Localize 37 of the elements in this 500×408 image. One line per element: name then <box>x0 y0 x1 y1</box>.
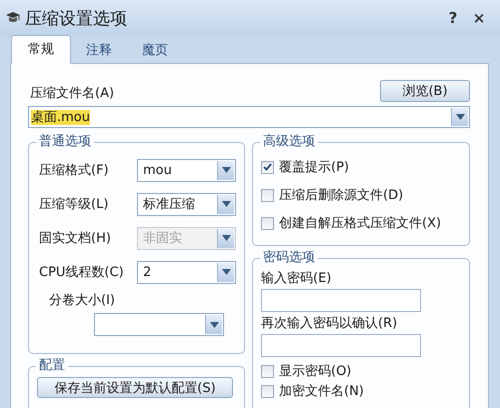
group-title: 密码选项 <box>260 250 318 265</box>
checkbox-label: 创建自解压格式压缩文件(X) <box>279 215 442 232</box>
field-label: 压缩等级(L) <box>38 196 110 213</box>
field-label: 固实文档(H) <box>38 230 112 247</box>
checkbox[interactable] <box>261 160 274 174</box>
group-title: 普通选项 <box>36 134 94 149</box>
field-label: 再次输入密码以确认(R) <box>261 316 398 332</box>
app-icon <box>5 11 21 25</box>
checkbox-label: 压缩后删除源文件(D) <box>279 187 404 204</box>
checkbox[interactable] <box>261 216 274 230</box>
field-label: 分卷大小(I) <box>49 292 116 310</box>
field-label: CPU线程数(C) <box>38 264 125 281</box>
group-title: 高级选项 <box>260 134 318 149</box>
close-button[interactable]: × <box>466 9 492 27</box>
field-label: 压缩文件名(A) <box>29 85 114 102</box>
field-label: 输入密码(E) <box>261 271 332 287</box>
dropdown[interactable]: 标准压缩 <box>137 192 236 216</box>
checkbox[interactable] <box>261 384 274 398</box>
checkbox[interactable] <box>261 188 274 202</box>
password-field[interactable] <box>261 289 421 312</box>
help-button[interactable]: ? <box>440 9 466 27</box>
filename-combo[interactable]: 桌面.mou <box>28 106 470 128</box>
checkbox-label: 显示密码(O) <box>279 363 352 380</box>
window-title: 压缩设置选项 <box>25 8 128 30</box>
checkbox[interactable] <box>261 364 274 378</box>
password-field[interactable] <box>261 334 421 357</box>
dropdown[interactable]: mou <box>137 158 236 182</box>
tab[interactable]: 常规 <box>11 35 71 64</box>
tab[interactable]: 魔页 <box>127 37 183 63</box>
tab[interactable]: 注释 <box>71 37 127 63</box>
dropdown[interactable]: 2 <box>137 260 236 284</box>
group-title: 配置 <box>36 358 68 373</box>
checkbox-label: 覆盖提示(P) <box>279 159 349 176</box>
checkbox-label: 加密文件名(N) <box>279 383 364 400</box>
save-default-button[interactable]: 保存当前设置为默认配置(S) <box>37 377 233 398</box>
field-label: 压缩格式(F) <box>38 162 110 179</box>
browse-button[interactable]: 浏览(B) <box>380 80 470 102</box>
